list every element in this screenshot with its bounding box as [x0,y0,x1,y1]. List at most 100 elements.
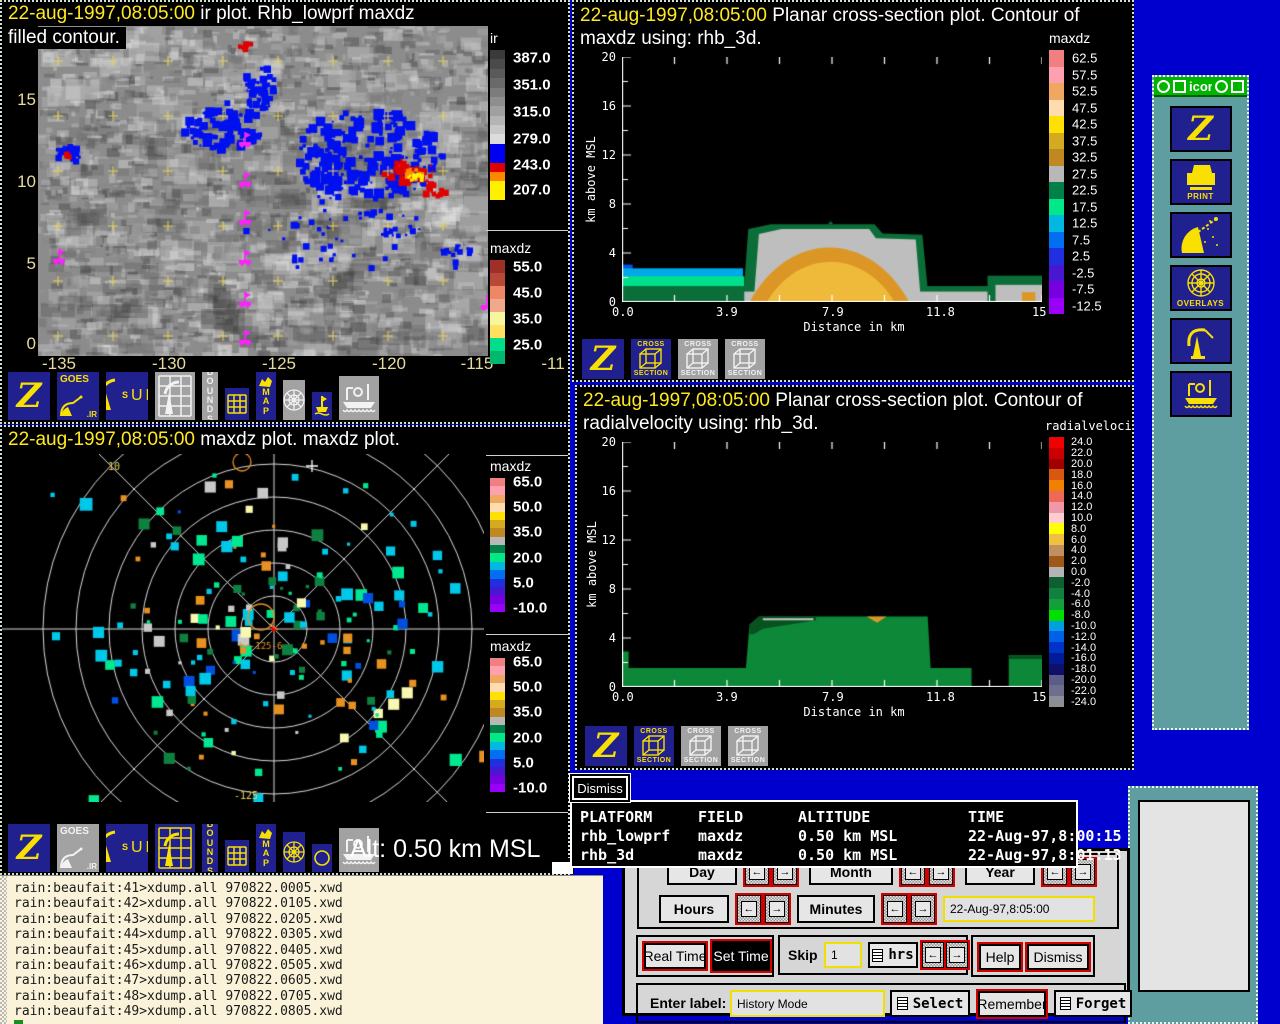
table-dismiss-button[interactable]: Dismiss [572,776,628,800]
goes-button[interactable]: GOES.IR [55,370,101,422]
ppi-title: 22-aug-1997,08:05:00 maxdz plot. maxdz p… [8,429,400,451]
minigrid-button[interactable] [223,386,251,422]
minigrid-button[interactable] [223,838,251,874]
gridradar-button[interactable] [153,822,197,874]
time-value-field[interactable]: 22-Aug-97,8:05:00 [943,896,1095,922]
help-button[interactable]: Help [979,944,1021,970]
zebra-button[interactable]: Z [1170,106,1232,152]
remember-button[interactable]: Remember [978,991,1046,1017]
terminal-line: rain:beaufait:41>xdump.all 970822.0005.x… [14,881,603,896]
help-dismiss-box: Help Dismiss [971,935,1095,977]
bounds-button[interactable]: BOUNDS [200,370,220,422]
cross-button[interactable]: CROSSSECTION [632,724,676,768]
map-button[interactable]: MAP [254,370,278,422]
zebra-button[interactable]: Z [580,337,626,381]
colorbar-segment [1049,215,1064,232]
real-time-button[interactable]: Real Time [644,943,706,969]
zebra-z-icon: Z [17,831,42,865]
gridradar-button[interactable] [153,370,197,422]
ship-button[interactable] [337,374,381,422]
window-maximize-icon[interactable] [1231,80,1244,93]
colorbar-segment [1049,523,1064,534]
colorbar-segment [1049,166,1064,183]
xsec2-xlabel: Distance in km [774,705,934,719]
cross-button[interactable]: CROSSSECTION [723,337,767,381]
skip-left-arrow[interactable]: ← [922,942,944,968]
colorbar-segment [1049,265,1064,282]
colorbar-tick: 55.0 [513,259,542,276]
menu-glyph-icon [1060,997,1071,1010]
grid-radar-icon [157,374,193,418]
zebra-z-icon: Z [17,379,42,413]
colorbar-tick: 37.5 [1072,133,1097,148]
colorbar-segment [1049,631,1064,642]
set-time-button[interactable]: Set Time [712,941,770,971]
colorbar-segment [490,700,505,708]
select-button[interactable]: Select [890,990,970,1017]
sur-button[interactable]: SUR [104,370,150,422]
colorbar-tick: 12.5 [1072,216,1097,231]
window-menu-icon[interactable] [1157,80,1170,93]
hours-right-arrow[interactable]: → [765,895,789,923]
zebra-button[interactable]: Z [6,370,52,422]
colorbar-segment [1049,133,1064,150]
map-icon: MAP [258,828,274,868]
skip-units-button[interactable]: hrs [868,942,918,968]
wheel-button[interactable] [281,378,307,422]
cube-icon [638,348,664,370]
terminal-line: rain:beaufait:45>xdump.all 970822.0405.x… [14,943,603,958]
colorbar-tick: 35.0 [513,524,542,541]
xsec2-ylabel: km above MSL [585,442,599,687]
bounds-button[interactable]: BOUNDS [200,822,220,874]
map-button[interactable]: MAP [254,822,278,874]
hours-button[interactable]: Hours [659,895,729,923]
minutes-button[interactable]: Minutes [797,895,875,923]
cross-button[interactable]: CROSSSECTION [726,724,770,768]
buoy-button[interactable] [310,390,334,422]
hours-left-arrow[interactable]: ← [737,895,761,923]
minutes-right-arrow[interactable]: → [911,895,935,923]
colorbar-tick: 20.0 [513,549,542,566]
zebra-button[interactable]: Z [583,724,629,768]
goes-button[interactable]: GOES.IR [55,822,101,874]
overlays-button[interactable]: OVERLAYS [1170,265,1232,311]
desktop: 22-aug-1997,08:05:00 ir plot. Rhb_lowprf… [0,0,1280,1024]
sur-button[interactable]: SUR [104,822,150,874]
window-iconify-icon[interactable] [1215,80,1228,93]
minutes-left-arrow[interactable]: ← [883,895,907,923]
colorbar-segment [490,570,505,578]
terminal-window[interactable]: rain:beaufait:41>xdump.all 970822.0005.x… [0,875,603,1024]
satellite-button[interactable] [1170,212,1232,258]
radarbig-button[interactable] [1170,318,1232,364]
colorbar-segment [1049,437,1064,448]
skip-right-arrow[interactable]: → [946,942,968,968]
cross-button[interactable]: CROSSSECTION [676,337,720,381]
cross-button[interactable]: CROSSSECTION [629,337,673,381]
print-label: PRINT [1187,192,1214,201]
colorbar-divider [486,455,570,456]
zebra-button[interactable]: Z [6,822,52,874]
window-box-icon[interactable] [1173,80,1186,93]
colorbar-segment [490,750,505,758]
skip-value-field[interactable]: 1 [824,942,862,968]
print-button[interactable]: PRINT [1170,159,1232,205]
dialog-dismiss-button[interactable]: Dismiss [1027,944,1089,970]
xsec2-colorbar-title: radialvelocity [1045,419,1134,433]
terminal-line: rain:beaufait:49>xdump.all 970822.0805.x… [14,1004,603,1019]
shipbig-button[interactable] [1170,371,1232,417]
buoy-icon [314,395,330,417]
colorbar-segment [490,537,505,545]
colorbar-segment [490,503,505,511]
wheel-button[interactable] [281,830,307,874]
colorbar-segment [1049,448,1064,459]
label-value-field[interactable]: History Mode [730,990,885,1017]
colorbar-tick: 62.5 [1072,51,1097,66]
colorbar-segment [490,604,505,612]
colorbar-segment [490,495,505,503]
cross-button[interactable]: CROSSSECTION [679,724,723,768]
colorbar-tick: 50.0 [513,499,542,516]
colorbar-segment [1049,664,1064,675]
forget-button[interactable]: Forget [1054,990,1132,1017]
circle-button[interactable] [310,842,334,874]
colorbar-segment [490,338,505,351]
